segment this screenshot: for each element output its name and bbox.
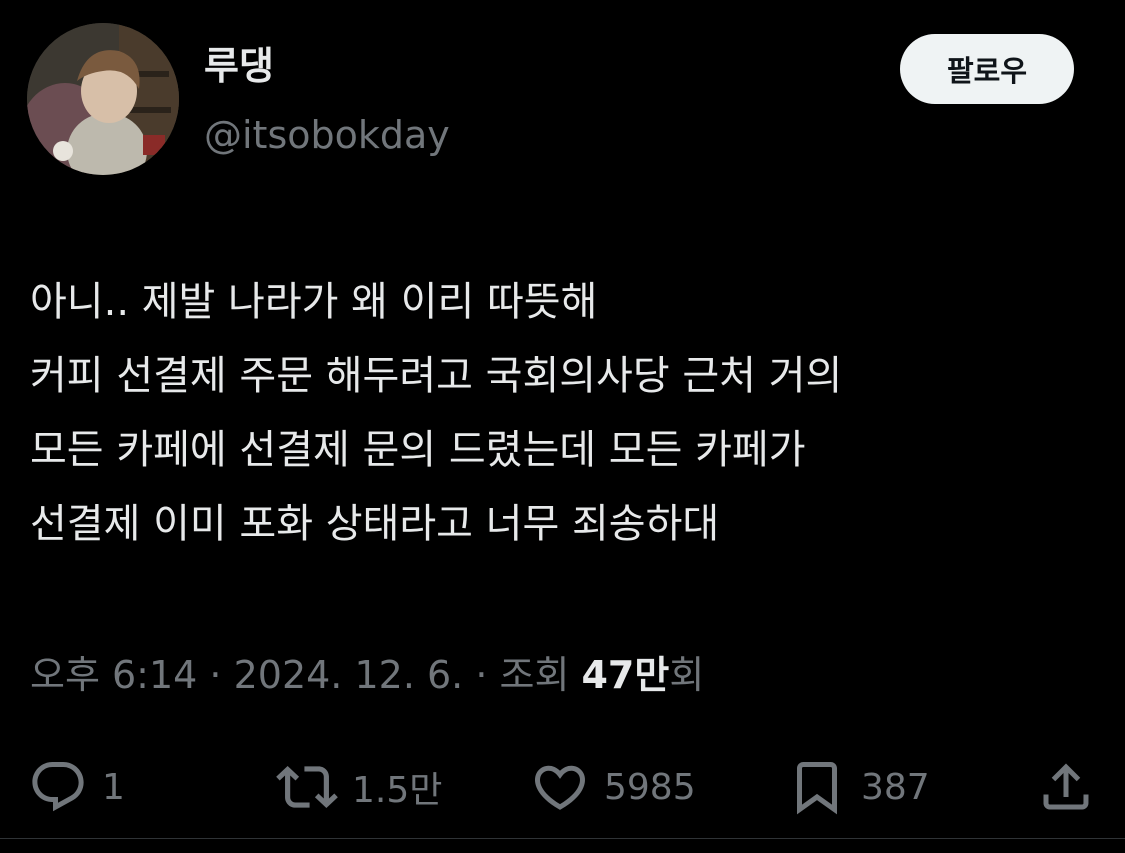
author-handle[interactable]: @itsobokday	[204, 107, 450, 163]
tweet-line: 아니.. 제발 나라가 왜 이리 따뜻해	[30, 279, 598, 325]
bookmark-button[interactable]: 387	[787, 755, 930, 819]
avatar-image	[27, 23, 179, 175]
retweet-icon	[276, 766, 338, 808]
share-icon	[1043, 763, 1089, 810]
tweet-text: 아니.. 제발 나라가 왜 이리 따뜻해 커피 선결제 주문 해두려고 국회의사…	[30, 265, 1105, 561]
like-button[interactable]: 5985	[530, 755, 696, 819]
follow-button-label: 팔로우	[946, 54, 1028, 88]
follow-button[interactable]: 팔로우	[900, 34, 1074, 104]
retweet-button[interactable]: 1.5만	[276, 755, 442, 819]
retweet-count: 1.5만	[352, 770, 443, 811]
meta-separator: ·	[197, 653, 234, 697]
tweet-date[interactable]: 2024. 12. 6.	[234, 653, 464, 697]
avatar[interactable]	[27, 23, 179, 175]
heart-icon	[534, 765, 586, 810]
bookmark-count: 387	[861, 766, 930, 808]
reply-icon	[32, 762, 84, 812]
divider	[0, 838, 1125, 839]
reply-button[interactable]: 1	[28, 755, 125, 819]
views-count: 47만	[581, 653, 670, 697]
share-button[interactable]	[1036, 755, 1096, 819]
tweet-meta: 오후 6:14 · 2024. 12. 6. · 조회 47만회	[30, 645, 704, 705]
views-suffix: 회	[669, 653, 705, 697]
tweet-time[interactable]: 오후 6:14	[30, 653, 197, 697]
meta-separator: ·	[463, 653, 500, 697]
like-count: 5985	[604, 766, 696, 808]
bookmark-icon	[797, 762, 837, 815]
reply-count: 1	[102, 766, 125, 808]
action-bar: 1 1.5만 5985 387	[0, 755, 1125, 819]
tweet-line: 선결제 이미 포화 상태라고 너무 죄송하대	[30, 501, 720, 547]
tweet-line: 모든 카페에 선결제 문의 드렸는데 모든 카페가	[30, 427, 806, 473]
tweet-line: 커피 선결제 주문 해두려고 국회의사당 근처 거의	[30, 353, 843, 399]
views-prefix: 조회	[499, 653, 582, 697]
author-display-name[interactable]: 루댕	[204, 38, 274, 94]
